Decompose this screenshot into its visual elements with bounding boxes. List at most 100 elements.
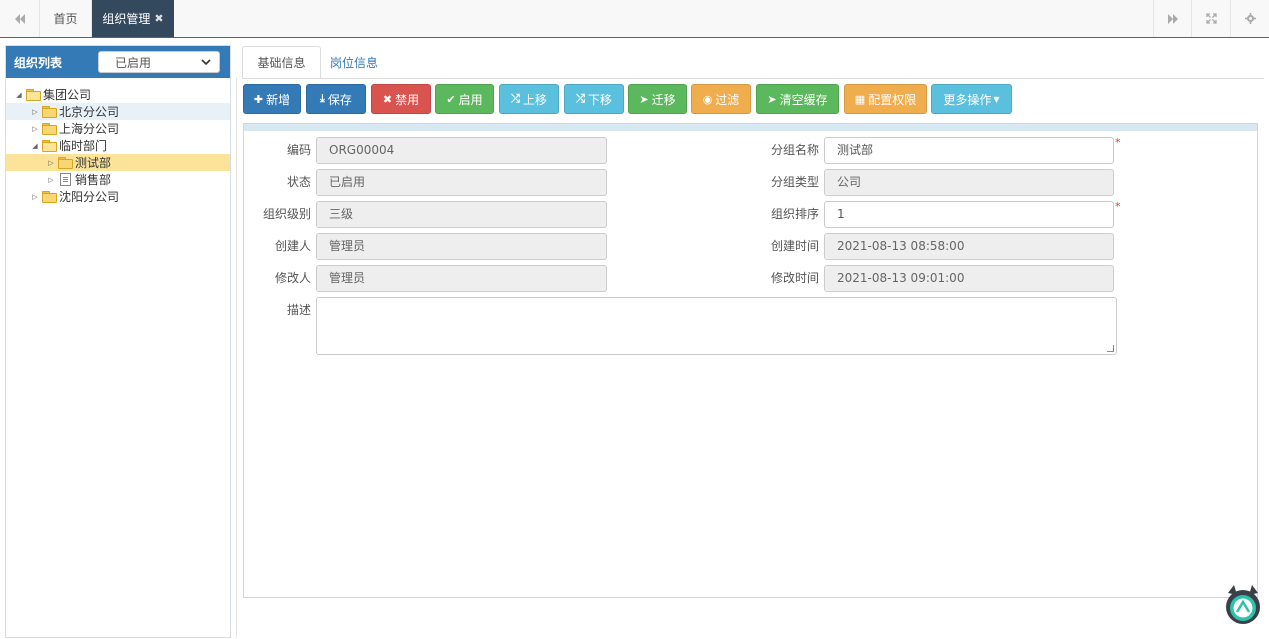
required-mark: * (1115, 200, 1121, 213)
group-type-field: 公司 (824, 169, 1114, 196)
created-time-field: 2021-08-13 08:58:00 (824, 233, 1114, 260)
tree-node[interactable]: ▷ 销售部 (6, 171, 230, 188)
gear-icon[interactable] (1230, 0, 1269, 37)
collapsed-toggle-icon[interactable]: ▷ (46, 159, 56, 167)
expanded-toggle-icon[interactable]: ◢ (14, 91, 24, 99)
config-permission-button[interactable]: ▦ 配置权限 (844, 84, 927, 114)
code-field: ORG00004 (316, 137, 607, 164)
send-icon: ➤ (639, 92, 649, 106)
eye-icon: ◉ (702, 92, 713, 106)
org-list-panel: 组织列表 已启用 ◢ 集团公司 ▷ 北京分公司 ▷ 上海分公司 ◢ 临时部门 ▷… (5, 45, 231, 638)
tab-basic-info-label: 基础信息 (257, 56, 306, 70)
chevron-down-icon (201, 57, 211, 68)
download-icon: ⤓ (320, 92, 325, 105)
status-label: 状态 (286, 175, 311, 189)
double-chevron-right-icon[interactable] (1153, 0, 1191, 37)
level-field: 三级 (316, 201, 607, 228)
tab-home-label: 首页 (53, 12, 78, 26)
order-label: 组织排序 (770, 207, 819, 221)
tree-node[interactable]: ◢ 临时部门 (6, 137, 230, 154)
folder-icon (42, 191, 57, 203)
tree-node-label: 临时部门 (59, 139, 108, 153)
folder-icon (42, 123, 57, 135)
tree-node-label: 测试部 (75, 156, 112, 170)
check-icon: ✔ (446, 92, 456, 106)
expanded-toggle-icon[interactable]: ◢ (30, 142, 40, 150)
status-filter-select[interactable]: 已启用 (98, 51, 220, 73)
migrate-button-label: 迁移 (651, 92, 676, 107)
group-type-label: 分组类型 (770, 175, 819, 189)
tab-org-management[interactable]: 组织管理 ✖ (92, 0, 174, 37)
disable-button-label: 禁用 (395, 92, 420, 107)
folder-open-icon (26, 89, 41, 101)
order-input[interactable]: 1 (824, 201, 1114, 228)
enable-button[interactable]: ✔ 启用 (435, 84, 494, 114)
double-chevron-left-icon[interactable] (0, 0, 40, 37)
creator-label: 创建人 (274, 239, 311, 253)
shuffle-icon: ⤮ (511, 92, 520, 105)
description-textarea[interactable] (316, 297, 1117, 355)
tree-node-label: 上海分公司 (59, 122, 120, 136)
tree-node-selected[interactable]: ▷ 测试部 (6, 154, 230, 171)
add-button[interactable]: ✚ 新增 (243, 84, 301, 114)
document-icon (60, 173, 71, 186)
status-field: 已启用 (316, 169, 607, 196)
times-icon: ✖ (382, 92, 393, 106)
close-icon[interactable]: ✖ (154, 12, 163, 25)
tree-node-label: 销售部 (75, 173, 112, 187)
level-label: 组织级别 (262, 207, 311, 221)
top-tab-bar: 首页 组织管理 ✖ (0, 0, 1269, 38)
description-label: 描述 (286, 303, 311, 317)
disable-button[interactable]: ✖ 禁用 (371, 84, 431, 114)
more-actions-button[interactable]: 更多操作 ▼ (931, 84, 1012, 114)
required-mark: * (1115, 136, 1121, 149)
tree-node-label: 沈阳分公司 (59, 190, 120, 204)
modified-time-label: 修改时间 (770, 271, 819, 285)
org-list-title: 组织列表 (14, 55, 63, 70)
tree-node[interactable]: ◢ 集团公司 (6, 86, 230, 103)
move-up-button-label: 上移 (522, 92, 547, 107)
code-label: 编码 (286, 143, 311, 157)
tab-home[interactable]: 首页 (40, 0, 92, 37)
fullscreen-icon[interactable] (1191, 0, 1230, 37)
tab-basic-info[interactable]: 基础信息 (242, 46, 321, 79)
group-name-input[interactable]: 测试部 (824, 137, 1114, 164)
plus-icon: ✚ (253, 92, 264, 106)
add-button-label: 新增 (266, 92, 291, 107)
tree-node[interactable]: ▷ 沈阳分公司 (6, 188, 230, 205)
status-filter-value: 已启用 (115, 55, 152, 70)
move-down-button[interactable]: ⤮ 下移 (564, 84, 624, 114)
tab-position-info-label: 岗位信息 (329, 56, 378, 70)
folder-open-icon (42, 140, 57, 152)
tab-org-management-label: 组织管理 (102, 12, 151, 26)
move-down-button-label: 下移 (587, 92, 612, 107)
clear-cache-button[interactable]: ➤ 清空缓存 (756, 84, 839, 114)
form-header-strip (244, 124, 1257, 131)
save-button[interactable]: ⤓ 保存 (306, 84, 366, 114)
basic-info-form: 编码 ORG00004 状态 已启用 组织级别 三级 创建人 管理员 修改人 管… (243, 123, 1258, 598)
collapsed-toggle-icon[interactable]: ▷ (30, 193, 40, 201)
collapsed-toggle-icon[interactable]: ▷ (30, 125, 40, 133)
tab-position-info[interactable]: 岗位信息 (321, 46, 387, 79)
config-permission-button-label: 配置权限 (868, 92, 917, 107)
created-time-label: 创建时间 (770, 239, 819, 253)
org-tree: ◢ 集团公司 ▷ 北京分公司 ▷ 上海分公司 ◢ 临时部门 ▷ 测试部 ▷ 销售… (6, 78, 230, 205)
table-icon: ▦ (854, 92, 866, 106)
tree-node-label: 集团公司 (43, 88, 92, 102)
resize-handle-icon[interactable] (1107, 345, 1114, 352)
tree-node[interactable]: ▷ 北京分公司 (6, 103, 230, 120)
folder-icon (58, 157, 73, 169)
tab-divider (242, 78, 1264, 79)
tree-node[interactable]: ▷ 上海分公司 (6, 120, 230, 137)
migrate-button[interactable]: ➤ 迁移 (628, 84, 687, 114)
send-icon: ➤ (767, 92, 777, 106)
modified-time-field: 2021-08-13 09:01:00 (824, 265, 1114, 292)
filter-button-label: 过滤 (715, 92, 740, 107)
modifier-label: 修改人 (274, 271, 311, 285)
filter-button[interactable]: ◉ 过滤 (691, 84, 751, 114)
clear-cache-button-label: 清空缓存 (779, 92, 828, 107)
org-list-header: 组织列表 已启用 (6, 46, 230, 78)
collapsed-toggle-icon[interactable]: ▷ (30, 108, 40, 116)
move-up-button[interactable]: ⤮ 上移 (499, 84, 559, 114)
collapsed-toggle-icon[interactable]: ▷ (46, 176, 56, 184)
